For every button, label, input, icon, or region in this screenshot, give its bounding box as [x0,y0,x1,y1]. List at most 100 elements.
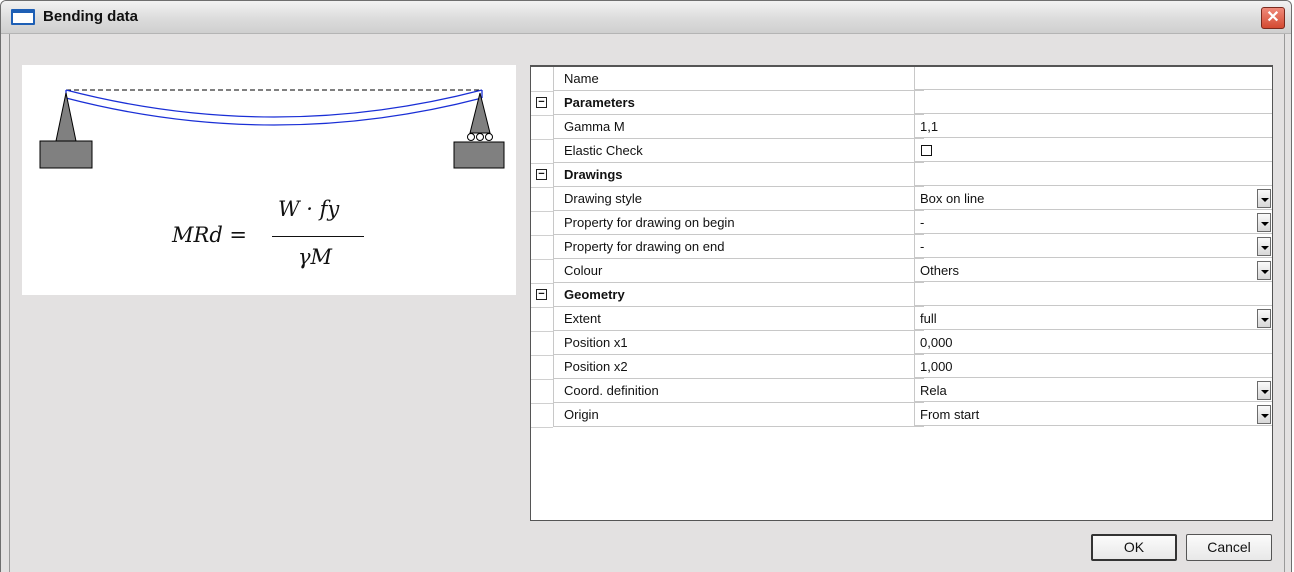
left-support-base [39,140,93,169]
property-value [914,163,1272,186]
row-gutter [531,67,553,92]
roller-2 [476,133,484,141]
dropdown-arrow-icon[interactable] [1257,381,1271,400]
dropdown-arrow-icon[interactable] [1257,309,1271,328]
property-name: Coord. definition [553,379,924,403]
roller-1 [467,133,475,141]
dropdown-arrow-icon[interactable] [1257,261,1271,280]
property-value[interactable]: full [914,307,1272,330]
formula-lhs: MRd = [172,223,248,247]
property-row[interactable]: Position x1 0,000 [531,331,1272,356]
title-bar[interactable]: Bending data ✕ [1,1,1291,34]
property-value[interactable]: Others [914,259,1272,282]
beam-diagram [39,89,505,169]
row-gutter [531,355,553,380]
dropdown-value: Others [920,263,960,278]
dropdown-value: Box on line [920,191,985,206]
property-value[interactable]: Box on line [914,187,1272,210]
dropdown-value: - [920,215,925,230]
property-name: Property for drawing on begin [553,211,924,235]
property-value[interactable]: - [914,235,1272,258]
property-name: Elastic Check [553,139,924,163]
property-value[interactable] [914,67,1272,90]
dropdown-arrow-icon[interactable] [1257,237,1271,256]
beam-preview-panel: MRd = W · fy γM [22,65,516,295]
row-gutter [531,379,553,404]
property-name: Geometry [553,283,924,307]
dropdown-value: - [920,239,925,254]
row-gutter [531,211,553,236]
property-value[interactable]: - [914,211,1272,234]
property-row[interactable]: Name [531,67,1272,92]
property-name: Extent [553,307,924,331]
dropdown-value: Rela [920,383,947,398]
dropdown-value: From start [920,407,980,422]
property-value[interactable]: From start [914,403,1272,426]
property-category[interactable]: − Drawings [531,163,1272,188]
right-support-icon [469,92,491,134]
property-category[interactable]: − Parameters [531,91,1272,116]
property-grid[interactable]: Name − Parameters Gamma M 1,1 Elastic Check − D… [530,65,1273,521]
property-value[interactable] [914,139,1272,162]
property-value[interactable]: 1,1 [914,115,1272,138]
property-name: Parameters [553,91,924,115]
row-gutter [531,235,553,260]
formula-fraction-bar [272,236,364,237]
property-row[interactable]: Gamma M 1,1 [531,115,1272,140]
property-name: Colour [553,259,924,283]
property-row[interactable]: Elastic Check [531,139,1272,164]
property-row[interactable]: Drawing style Box on line [531,187,1272,212]
property-name: Drawing style [553,187,924,211]
property-value[interactable]: Rela [914,379,1272,402]
property-name: Property for drawing on end [553,235,924,259]
row-gutter [531,259,553,284]
property-row[interactable]: Extent full [531,307,1272,332]
elastic-check-checkbox[interactable] [921,145,932,156]
property-name: Position x1 [553,331,924,355]
dropdown-value: full [920,311,937,326]
property-value[interactable]: 1,000 [914,355,1272,378]
collapse-icon[interactable]: − [536,97,547,108]
ok-button[interactable]: OK [1091,534,1177,561]
row-gutter [531,139,553,164]
dropdown-arrow-icon[interactable] [1257,189,1271,208]
property-value [914,91,1272,114]
close-button[interactable]: ✕ [1261,7,1285,29]
dropdown-arrow-icon[interactable] [1257,405,1271,424]
property-value[interactable]: 0,000 [914,331,1272,354]
property-name: Drawings [553,163,924,187]
row-gutter: − [531,283,553,308]
property-row[interactable]: Coord. definition Rela [531,379,1272,404]
property-row[interactable]: Position x2 1,000 [531,355,1272,380]
property-name: Name [553,67,924,91]
property-name: Gamma M [553,115,924,139]
dropdown-arrow-icon[interactable] [1257,213,1271,232]
row-gutter [531,115,553,140]
row-gutter [531,331,553,356]
property-row[interactable]: Property for drawing on begin - [531,211,1272,236]
deflected-beam-top [65,89,483,118]
deflected-beam-bottom [65,97,483,126]
property-value [914,283,1272,306]
row-gutter: − [531,91,553,116]
right-support-base [453,141,505,169]
window-icon [11,9,35,25]
property-name: Origin [553,403,924,427]
property-row[interactable]: Colour Others [531,259,1272,284]
property-row[interactable]: Property for drawing on end - [531,235,1272,260]
collapse-icon[interactable]: − [536,169,547,180]
row-gutter [531,187,553,212]
property-row[interactable]: Origin From start [531,403,1272,428]
property-category[interactable]: − Geometry [531,283,1272,308]
roller-3 [485,133,493,141]
property-name: Position x2 [553,355,924,379]
formula-numerator: W · fy [278,197,340,221]
cancel-button[interactable]: Cancel [1186,534,1272,561]
row-gutter [531,403,553,428]
collapse-icon[interactable]: − [536,289,547,300]
row-gutter [531,307,553,332]
formula-denominator: γM [298,245,333,269]
close-icon: ✕ [1266,9,1280,26]
window-title: Bending data [43,8,139,25]
row-gutter: − [531,163,553,188]
